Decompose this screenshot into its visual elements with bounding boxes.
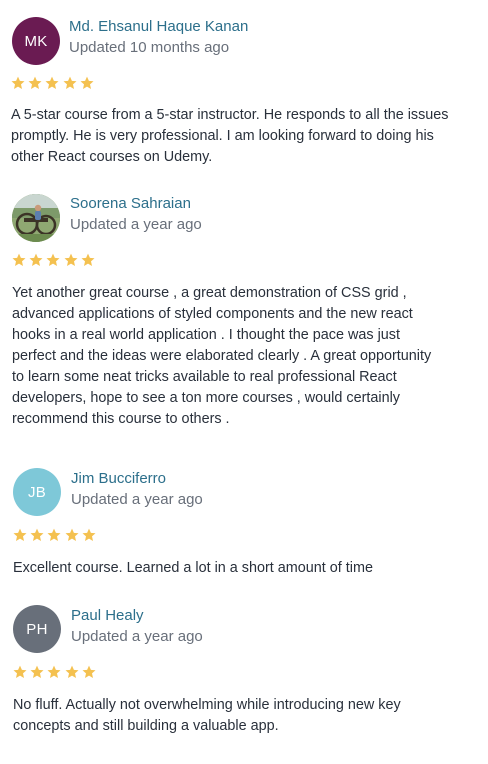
star-icon (12, 253, 26, 267)
review-text-line: developers, hope to see a ton more cours… (12, 390, 400, 406)
avatar-initials: JB (27, 483, 47, 501)
star-icon (46, 253, 60, 267)
updated-time: Updated a year ago (71, 628, 203, 645)
star-icon (30, 528, 44, 542)
review-text: Excellent course. Learned a lot in a sho… (13, 558, 373, 579)
star-icon (63, 76, 77, 90)
review-text-line: hooks in a real world application . I th… (12, 327, 400, 343)
user-photo-icon (12, 194, 60, 242)
reviewer-name[interactable]: Paul Healy (71, 607, 144, 624)
review-text-line: A 5-star course from a 5-star instructor… (11, 107, 449, 123)
star-icon (28, 76, 42, 90)
reviewer-name[interactable]: Jim Bucciferro (71, 470, 166, 487)
star-icon (30, 665, 44, 679)
review-text-line: concepts and still building a valuable a… (13, 718, 279, 734)
avatar-initials: PH (26, 620, 48, 638)
star-icon (65, 665, 79, 679)
star-icon (64, 253, 78, 267)
review-text-line: No fluff. Actually not overwhelming whil… (13, 697, 401, 713)
review-text-line: to learn some neat tricks available to r… (12, 369, 397, 385)
review-text-line: recommend this course to others . (12, 411, 230, 427)
review-text-line: other React courses on Udemy. (11, 149, 213, 165)
review-text-line: perfect and the ideas were elaborated cl… (12, 348, 432, 364)
star-icon (13, 528, 27, 542)
star-icon (65, 528, 79, 542)
star-icon (82, 665, 96, 679)
review-text-line: promptly. He is very professional. I am … (11, 128, 434, 144)
star-icon (81, 253, 95, 267)
avatar[interactable]: JB (13, 468, 61, 516)
updated-time: Updated a year ago (71, 491, 203, 508)
star-icon (82, 528, 96, 542)
updated-time: Updated a year ago (70, 216, 202, 233)
review-text-line: advanced applications of styled componen… (12, 306, 413, 322)
star-icon (11, 76, 25, 90)
star-icon (47, 528, 61, 542)
star-icon (80, 76, 94, 90)
avatar[interactable]: PH (13, 605, 61, 653)
avatar[interactable] (12, 194, 60, 242)
review-text-line: Yet another great course , a great demon… (12, 285, 407, 301)
star-rating (11, 76, 94, 90)
star-icon (47, 665, 61, 679)
star-icon (29, 253, 43, 267)
reviewer-name[interactable]: Md. Ehsanul Haque Kanan (69, 18, 248, 35)
star-rating (13, 528, 96, 542)
review-text: A 5-star course from a 5-star instructor… (11, 105, 449, 168)
review-text-line: Excellent course. Learned a lot in a sho… (13, 560, 373, 576)
avatar-initials: MK (24, 32, 48, 50)
star-rating (13, 665, 96, 679)
avatar[interactable]: MK (12, 17, 60, 65)
review-text: No fluff. Actually not overwhelming whil… (13, 695, 401, 737)
review-text: Yet another great course , a great demon… (12, 283, 431, 430)
reviewer-name[interactable]: Soorena Sahraian (70, 195, 191, 212)
updated-time: Updated 10 months ago (69, 39, 230, 56)
star-icon (45, 76, 59, 90)
star-rating (12, 253, 95, 267)
star-icon (13, 665, 27, 679)
